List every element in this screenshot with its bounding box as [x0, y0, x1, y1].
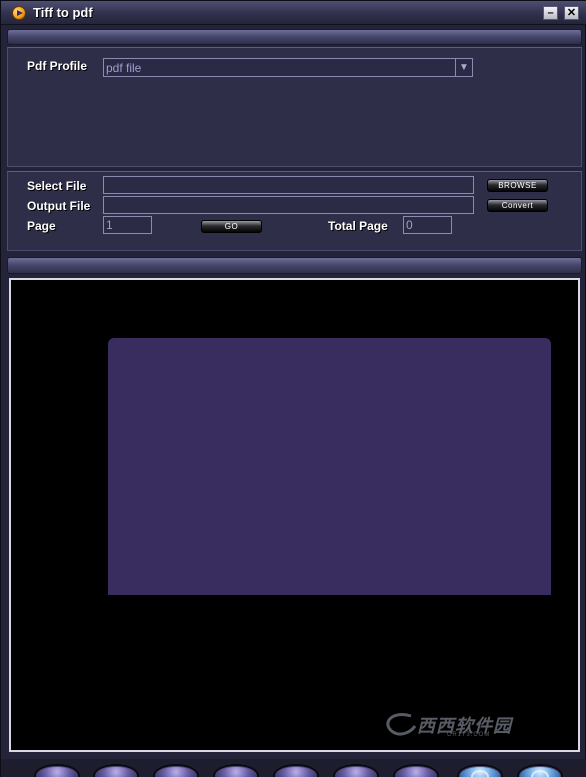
preview-header-strip — [7, 257, 582, 274]
output-file-label: Output File — [27, 199, 91, 213]
output-file-input[interactable] — [103, 196, 474, 214]
toolbar-button-4[interactable] — [213, 764, 259, 777]
page-preview — [108, 338, 551, 595]
toolbar-button-5[interactable] — [273, 764, 319, 777]
minimize-icon: – — [547, 7, 554, 19]
minimize-button[interactable]: – — [543, 6, 558, 20]
watermark-swirl-icon — [386, 713, 417, 736]
convert-button[interactable]: Convert — [487, 199, 548, 212]
preview-area[interactable]: 西西软件园 CR173.COM — [9, 278, 580, 752]
select-file-label: Select File — [27, 179, 87, 193]
go-button[interactable]: GO — [201, 220, 262, 233]
close-icon: ✕ — [566, 7, 577, 19]
watermark-logo: 西西软件园 CR173.COM — [381, 710, 531, 740]
toolbar-button-2[interactable] — [93, 764, 139, 777]
file-panel: Select File BROWSE Output File Convert P… — [7, 171, 582, 251]
watermark-sub: CR173.COM — [447, 732, 491, 738]
top-header-strip — [7, 29, 582, 45]
app-icon — [12, 6, 26, 20]
help-button[interactable] — [517, 764, 563, 777]
pdf-profile-selected-value: pdf file — [106, 61, 142, 75]
page-label: Page — [27, 219, 56, 233]
title-bar[interactable]: Tiff to pdf – ✕ — [1, 1, 586, 25]
bottom-toolbar — [1, 759, 586, 777]
browse-button[interactable]: BROWSE — [487, 179, 548, 192]
toolbar-button-1[interactable] — [34, 764, 80, 777]
info-button[interactable] — [457, 764, 503, 777]
toolbar-button-7[interactable] — [393, 764, 439, 777]
app-window: Tiff to pdf – ✕ Pdf Profile pdf file ▼ S… — [0, 0, 586, 777]
select-file-input[interactable] — [103, 176, 474, 194]
pdf-profile-dropdown[interactable]: pdf file ▼ — [103, 58, 473, 77]
chevron-down-icon[interactable]: ▼ — [455, 59, 472, 76]
toolbar-button-3[interactable] — [153, 764, 199, 777]
total-page-field — [403, 216, 452, 234]
window-title: Tiff to pdf — [33, 5, 93, 20]
toolbar-button-6[interactable] — [333, 764, 379, 777]
close-button[interactable]: ✕ — [564, 6, 579, 20]
pdf-profile-label: Pdf Profile — [27, 59, 88, 73]
total-page-label: Total Page — [328, 219, 388, 233]
page-input[interactable] — [103, 216, 152, 234]
profile-panel: Pdf Profile pdf file ▼ — [7, 47, 582, 167]
info-icon — [471, 770, 489, 777]
help-icon — [531, 770, 549, 777]
